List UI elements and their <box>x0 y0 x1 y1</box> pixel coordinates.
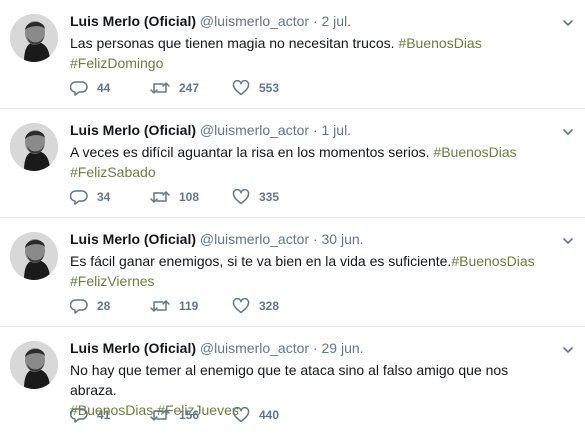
reply-icon <box>70 408 88 423</box>
like-button[interactable]: 440 <box>232 407 279 423</box>
retweet-icon <box>150 409 170 421</box>
tweet-header: Luis Merlo (Oficial) @luismerlo_actor · … <box>70 339 555 357</box>
heart-icon <box>232 298 250 314</box>
tweet-body: No hay que temer al enemigo que te ataca… <box>70 362 509 398</box>
like-count: 440 <box>259 408 280 422</box>
tweet[interactable]: Luis Merlo (Oficial) @luismerlo_actor · … <box>0 327 585 436</box>
hashtag-link[interactable]: #FelizViernes <box>70 273 155 289</box>
chevron-down-icon[interactable] <box>561 343 575 357</box>
tweet[interactable]: Luis Merlo (Oficial) @luismerlo_actor · … <box>0 0 585 109</box>
tweet-text: Las personas que tienen magia no necesit… <box>70 33 555 73</box>
tweet-body: Es fácil ganar enemigos, si te va bien e… <box>70 253 452 269</box>
reply-icon <box>70 81 88 96</box>
tweet-header: Luis Merlo (Oficial) @luismerlo_actor · … <box>70 121 555 139</box>
avatar[interactable] <box>10 341 58 389</box>
tweet-header: Luis Merlo (Oficial) @luismerlo_actor · … <box>70 12 555 30</box>
hashtag-link[interactable]: #FelizSabado <box>70 164 156 180</box>
retweet-button[interactable]: 156 <box>150 407 199 423</box>
reply-count: 28 <box>97 299 111 313</box>
separator-dot: · <box>312 13 318 29</box>
separator-dot: · <box>312 231 318 247</box>
hashtag-link[interactable]: #BuenosDias <box>433 144 516 160</box>
tweet-content: Luis Merlo (Oficial) @luismerlo_actor · … <box>70 121 555 182</box>
like-count: 328 <box>259 299 280 313</box>
separator-dot: · <box>312 122 318 138</box>
tweet-body: A veces es difícil aguantar la risa en l… <box>70 144 434 160</box>
heart-icon <box>232 80 250 96</box>
tweet-text: No hay que temer al enemigo que te ataca… <box>70 360 555 420</box>
author-name[interactable]: Luis Merlo (Oficial) <box>70 231 196 247</box>
retweet-icon <box>150 300 170 312</box>
tweet[interactable]: Luis Merlo (Oficial) @luismerlo_actor · … <box>0 109 585 218</box>
chevron-down-icon[interactable] <box>561 16 575 30</box>
tweet-content: Luis Merlo (Oficial) @luismerlo_actor · … <box>70 230 555 291</box>
heart-icon <box>232 407 250 423</box>
tweet-date[interactable]: 1 jul. <box>322 122 352 138</box>
reply-icon <box>70 190 88 205</box>
tweet-timeline: Luis Merlo (Oficial) @luismerlo_actor · … <box>0 0 585 436</box>
author-handle[interactable]: @luismerlo_actor <box>200 340 309 356</box>
hashtag-link[interactable]: #FelizDomingo <box>70 55 163 71</box>
hashtag-link[interactable]: #BuenosDias <box>398 35 481 51</box>
tweet-body: Las personas que tienen magia no necesit… <box>70 35 399 51</box>
tweet[interactable]: Luis Merlo (Oficial) @luismerlo_actor · … <box>0 218 585 327</box>
retweet-button[interactable]: 247 <box>150 80 199 96</box>
chevron-down-icon[interactable] <box>561 125 575 139</box>
avatar[interactable] <box>10 232 58 280</box>
separator-dot: · <box>312 340 318 356</box>
retweet-count: 108 <box>179 190 200 204</box>
tweet-date[interactable]: 2 jul. <box>322 13 352 29</box>
tweet-text: Es fácil ganar enemigos, si te va bien e… <box>70 251 555 291</box>
author-handle[interactable]: @luismerlo_actor <box>200 13 309 29</box>
avatar[interactable] <box>10 14 58 62</box>
tweet-date[interactable]: 30 jun. <box>322 231 364 247</box>
heart-icon <box>232 189 250 205</box>
tweet-header: Luis Merlo (Oficial) @luismerlo_actor · … <box>70 230 555 248</box>
retweet-button[interactable]: 119 <box>150 298 198 314</box>
retweet-button[interactable]: 108 <box>150 189 199 205</box>
reply-button[interactable]: 44 <box>70 80 110 96</box>
author-handle[interactable]: @luismerlo_actor <box>200 122 309 138</box>
reply-button[interactable]: 28 <box>70 298 110 314</box>
retweet-icon <box>150 191 170 203</box>
reply-count: 34 <box>97 190 111 204</box>
like-count: 335 <box>259 190 280 204</box>
tweet-text: A veces es difícil aguantar la risa en l… <box>70 142 555 182</box>
avatar[interactable] <box>10 123 58 171</box>
retweet-icon <box>150 82 170 94</box>
author-name[interactable]: Luis Merlo (Oficial) <box>70 13 196 29</box>
tweet-content: Luis Merlo (Oficial) @luismerlo_actor · … <box>70 339 555 420</box>
reply-count: 44 <box>97 81 111 95</box>
retweet-count: 119 <box>179 299 199 313</box>
tweet-date[interactable]: 29 jun. <box>322 340 364 356</box>
like-button[interactable]: 553 <box>232 80 279 96</box>
author-handle[interactable]: @luismerlo_actor <box>200 231 309 247</box>
author-name[interactable]: Luis Merlo (Oficial) <box>70 122 196 138</box>
like-count: 553 <box>259 81 280 95</box>
like-button[interactable]: 335 <box>232 189 279 205</box>
chevron-down-icon[interactable] <box>561 234 575 248</box>
retweet-count: 156 <box>179 408 200 422</box>
retweet-count: 247 <box>179 81 200 95</box>
reply-icon <box>70 299 88 314</box>
hashtag-link[interactable]: #BuenosDias <box>451 253 534 269</box>
like-button[interactable]: 328 <box>232 298 279 314</box>
reply-button[interactable]: 34 <box>70 189 110 205</box>
reply-count: 41 <box>97 408 111 422</box>
author-name[interactable]: Luis Merlo (Oficial) <box>70 340 196 356</box>
tweet-content: Luis Merlo (Oficial) @luismerlo_actor · … <box>70 12 555 73</box>
reply-button[interactable]: 41 <box>70 407 110 423</box>
